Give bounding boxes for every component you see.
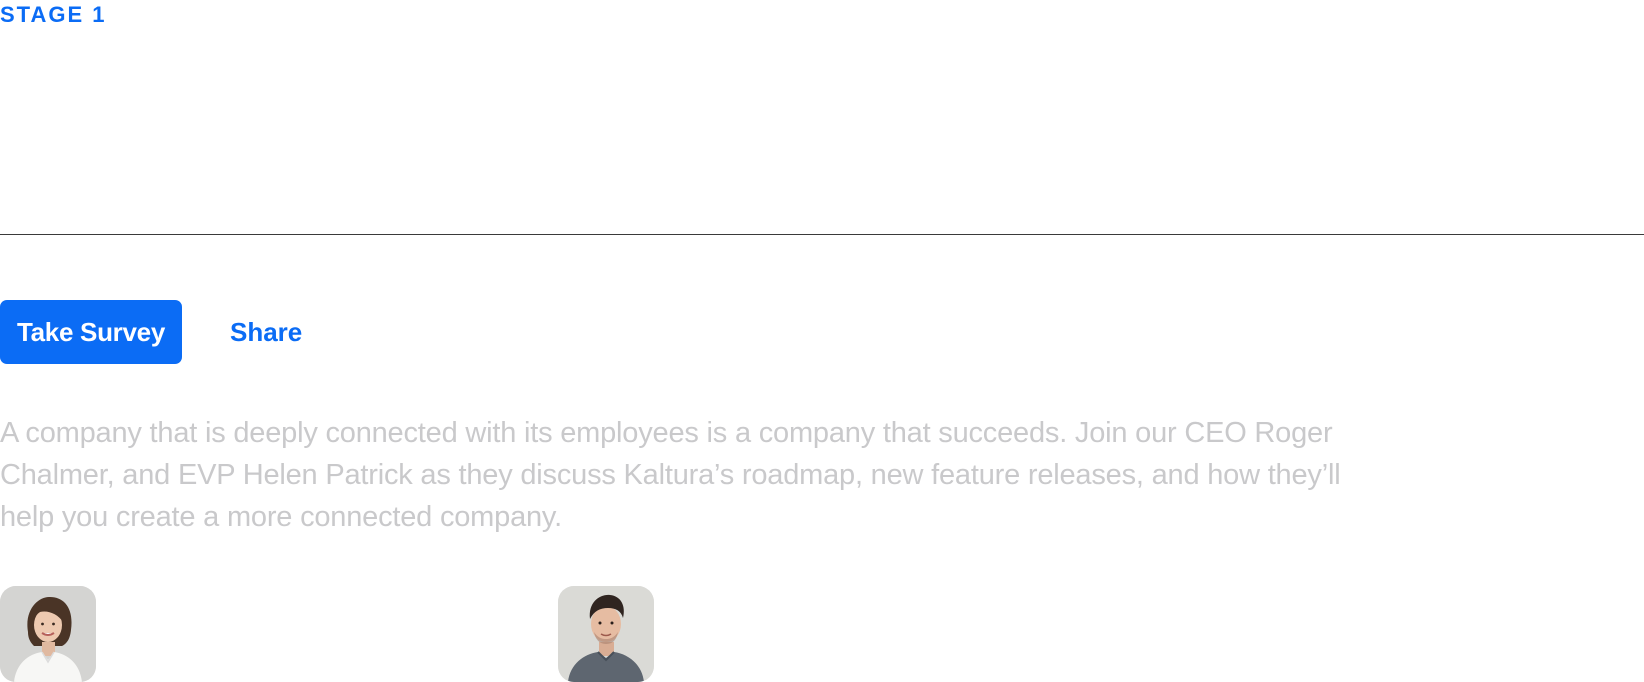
speaker-avatar-woman[interactable] — [0, 586, 96, 682]
action-bar: Take Survey Share — [0, 300, 302, 364]
session-description: A company that is deeply connected with … — [0, 417, 1341, 533]
stage-label: STAGE 1 — [0, 2, 107, 27]
share-button[interactable]: Share — [230, 317, 302, 348]
woman-portrait-avatar-icon — [0, 586, 96, 682]
man-portrait-avatar-icon — [558, 586, 654, 682]
take-survey-button[interactable]: Take Survey — [0, 300, 182, 364]
session-page: STAGE 1 Take Survey Share A company that… — [0, 0, 1644, 682]
speaker-avatar-man[interactable] — [558, 586, 654, 682]
speakers-list — [0, 586, 1644, 682]
section-divider — [0, 234, 1644, 235]
